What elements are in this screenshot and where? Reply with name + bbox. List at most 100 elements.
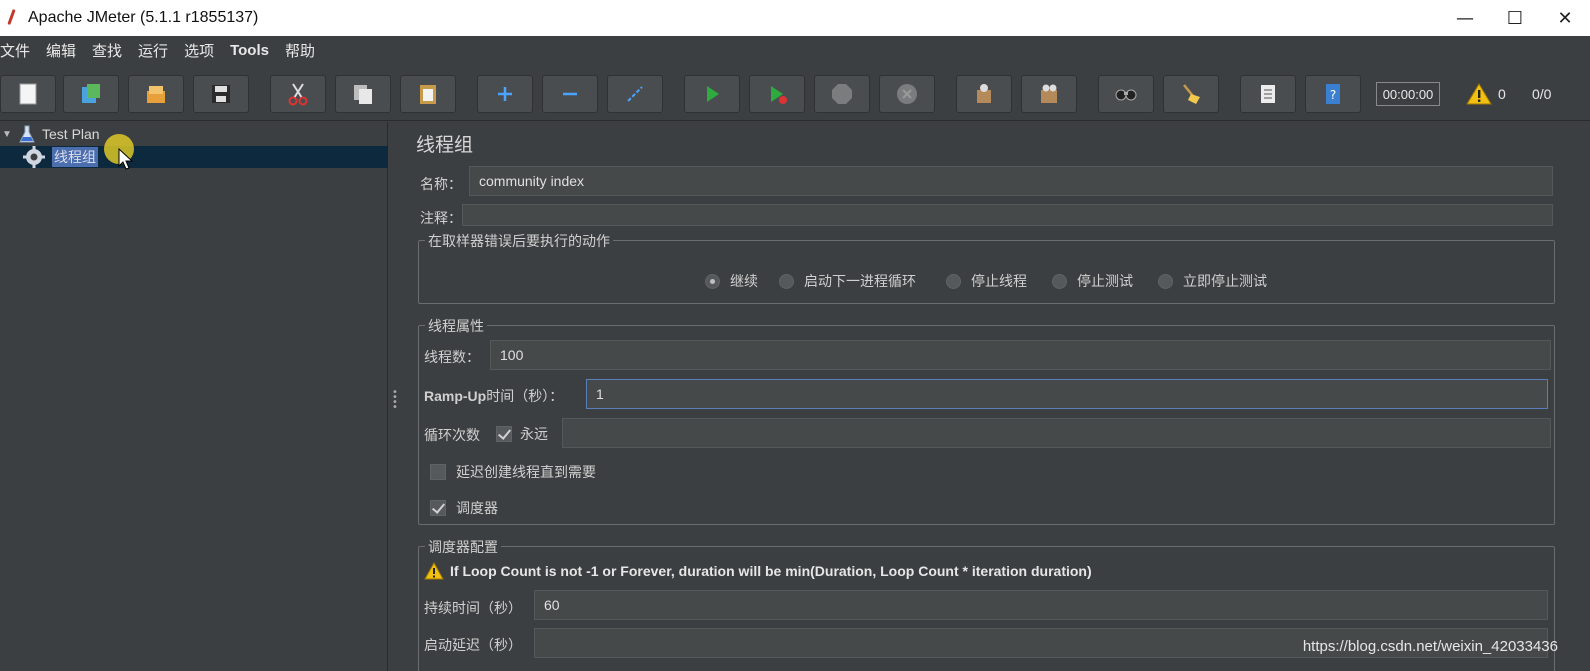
- duration-field[interactable]: 60: [534, 590, 1548, 620]
- test-plan-flask-icon: [19, 125, 35, 143]
- sampler-error-action-group: 在取样器错误后要执行的动作 继续 启动下一进程循环 停止线程 停止测试 立即停止…: [418, 231, 1555, 304]
- splitter-handle[interactable]: • • • •: [392, 388, 398, 413]
- loop-count-label: 循环次数: [424, 428, 480, 444]
- window-title: Apache JMeter (5.1.1 r1855137): [28, 9, 259, 26]
- toolbar: ? 00:00:00 0 0/0: [0, 65, 1590, 121]
- start-button[interactable]: [684, 75, 740, 113]
- tree-node-test-plan[interactable]: ▼ Test Plan: [2, 123, 100, 145]
- error-counter[interactable]: 0: [1466, 81, 1506, 107]
- close-button[interactable]: ✕: [1540, 0, 1590, 36]
- forever-checkbox[interactable]: 永远: [496, 424, 548, 444]
- forever-checkbox-box[interactable]: [496, 426, 512, 442]
- function-helper-button[interactable]: [1240, 75, 1296, 113]
- copy-button[interactable]: [335, 75, 391, 113]
- toggle-icon: [627, 86, 643, 102]
- paste-icon: [420, 85, 436, 104]
- comment-label: 注释：: [420, 211, 462, 227]
- startup-delay-label: 启动延迟（秒）: [424, 638, 522, 654]
- radio-start-next-loop-dot[interactable]: [779, 273, 794, 289]
- collapse-all-button[interactable]: [542, 75, 598, 113]
- radio-stop-test[interactable]: 停止测试: [1052, 271, 1133, 291]
- threads-field[interactable]: 100: [490, 340, 1551, 370]
- radio-stop-test-now[interactable]: 立即停止测试: [1158, 271, 1267, 291]
- shutdown-button[interactable]: [879, 75, 935, 113]
- delay-thread-creation-checkbox[interactable]: 延迟创建线程直到需要: [430, 462, 596, 482]
- clear-button[interactable]: [956, 75, 1012, 113]
- radio-stop-thread[interactable]: 停止线程: [946, 271, 1027, 291]
- help-icon: ?: [1326, 84, 1340, 104]
- radio-start-next-loop-label: 启动下一进程循环: [804, 274, 916, 290]
- menu-options[interactable]: 选项: [184, 40, 222, 61]
- thread-group-gear-icon: [23, 146, 45, 168]
- save-icon: [212, 85, 230, 103]
- new-icon: [19, 83, 37, 105]
- warning-icon: [1466, 83, 1492, 105]
- scheduler-warning-text: If Loop Count is not -1 or Forever, dura…: [450, 563, 1092, 579]
- templates-icon: [82, 84, 100, 103]
- radio-stop-test-dot[interactable]: [1052, 273, 1067, 289]
- help-button[interactable]: ?: [1305, 75, 1361, 113]
- cut-icon: [288, 83, 308, 106]
- menu-edit[interactable]: 编辑: [46, 40, 84, 61]
- delay-thread-creation-label: 延迟创建线程直到需要: [456, 465, 596, 481]
- expand-arrow-icon[interactable]: ▼: [2, 129, 16, 140]
- tree-node-thread-group[interactable]: 线程组: [0, 146, 388, 168]
- minimize-button[interactable]: —: [1440, 0, 1490, 36]
- forever-checkbox-label: 永远: [520, 427, 548, 443]
- menu-bar: 文件 编辑 查找 运行 选项 Tools 帮助: [0, 36, 1590, 65]
- start-icon: [707, 86, 719, 102]
- paste-button[interactable]: [400, 75, 456, 113]
- page-title: 线程组: [416, 134, 474, 156]
- menu-help[interactable]: 帮助: [285, 40, 323, 61]
- rampup-field[interactable]: 1: [586, 379, 1548, 409]
- radio-stop-test-now-dot[interactable]: [1158, 273, 1173, 289]
- name-label: 名称：: [420, 177, 462, 193]
- expand-icon: [498, 87, 512, 101]
- tree-label-test-plan: Test Plan: [42, 126, 100, 142]
- radio-continue-label: 继续: [730, 274, 758, 290]
- svg-text:?: ?: [1330, 88, 1336, 102]
- stop-button[interactable]: [814, 75, 870, 113]
- elapsed-timer: 00:00:00: [1376, 82, 1440, 106]
- clear-all-button[interactable]: [1021, 75, 1077, 113]
- toggle-button[interactable]: [607, 75, 663, 113]
- save-button[interactable]: [193, 75, 249, 113]
- menu-file[interactable]: 文件: [0, 40, 38, 61]
- reset-search-icon: [1183, 84, 1200, 104]
- maximize-button[interactable]: ☐: [1490, 0, 1540, 36]
- reset-search-button[interactable]: [1163, 75, 1219, 113]
- thread-properties-title: 线程属性: [425, 316, 487, 336]
- rampup-label: Ramp-Up时间（秒）：: [424, 386, 563, 406]
- cut-button[interactable]: [270, 75, 326, 113]
- menu-run[interactable]: 运行: [138, 40, 176, 61]
- expand-all-button[interactable]: [477, 75, 533, 113]
- active-threads-count: 0/0: [1532, 86, 1552, 102]
- sampler-error-group-title: 在取样器错误后要执行的动作: [425, 231, 613, 251]
- scheduler-checkbox-box[interactable]: [430, 500, 446, 516]
- threads-label: 线程数：: [424, 350, 480, 366]
- collapse-icon: [563, 92, 577, 96]
- menu-search[interactable]: 查找: [92, 40, 130, 61]
- scheduler-warning: If Loop Count is not -1 or Forever, dura…: [424, 562, 1092, 580]
- radio-stop-test-label: 停止测试: [1077, 274, 1133, 290]
- scheduler-checkbox[interactable]: 调度器: [430, 498, 498, 518]
- rampup-label-bold: Ramp-Up: [424, 388, 487, 404]
- menu-tools[interactable]: Tools: [230, 42, 277, 59]
- templates-button[interactable]: [63, 75, 119, 113]
- radio-continue[interactable]: 继续: [705, 271, 758, 291]
- radio-stop-thread-label: 停止线程: [971, 274, 1027, 290]
- new-button[interactable]: [0, 75, 56, 113]
- comment-field[interactable]: [462, 204, 1553, 226]
- name-field[interactable]: community index: [469, 166, 1553, 196]
- radio-start-next-loop[interactable]: 启动下一进程循环: [779, 271, 916, 291]
- radio-stop-thread-dot[interactable]: [946, 273, 961, 289]
- search-button[interactable]: [1098, 75, 1154, 113]
- open-icon: [147, 86, 165, 103]
- delay-thread-creation-box[interactable]: [430, 464, 446, 480]
- radio-continue-dot[interactable]: [705, 273, 720, 289]
- start-no-pause-button[interactable]: [749, 75, 805, 113]
- title-bar: Apache JMeter (5.1.1 r1855137) — ☐ ✕: [0, 0, 1590, 36]
- loop-count-field[interactable]: [562, 418, 1551, 448]
- thread-group-panel: 线程组 名称： community index 注释： 在取样器错误后要执行的动…: [402, 122, 1590, 671]
- open-button[interactable]: [128, 75, 184, 113]
